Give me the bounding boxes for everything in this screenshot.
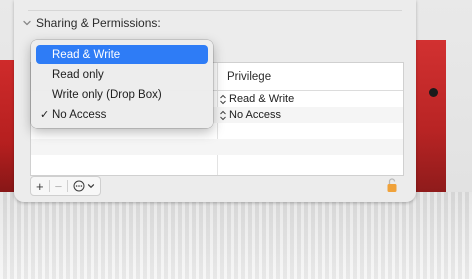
menu-item-label: No Access	[52, 108, 107, 121]
sharing-permissions-header[interactable]: Sharing & Permissions:	[22, 16, 161, 30]
menu-item-read-only[interactable]: Read only	[36, 65, 208, 84]
privilege-popup[interactable]: Read & Write	[219, 91, 294, 107]
menu-item-write-only[interactable]: Write only (Drop Box)	[36, 85, 208, 104]
table-row-empty	[31, 139, 403, 155]
checkmark-icon: ✓	[40, 109, 50, 121]
remove-button[interactable]: −	[50, 177, 68, 195]
section-title: Sharing & Permissions:	[36, 16, 161, 30]
panel-divider	[28, 10, 402, 11]
privilege-popup[interactable]: No Access	[219, 107, 281, 123]
add-button[interactable]: +	[31, 177, 49, 195]
chevron-down-icon[interactable]	[22, 18, 32, 28]
privilege-value: Read & Write	[229, 93, 295, 105]
up-down-arrows-icon	[220, 110, 226, 120]
privilege-dropdown-menu: Read & Write Read only Write only (Drop …	[31, 40, 213, 128]
privilege-column-header[interactable]: Privilege	[227, 63, 271, 90]
menu-item-label: Write only (Drop Box)	[52, 88, 162, 101]
menu-item-read-write[interactable]: Read & Write	[36, 45, 208, 64]
ellipsis-circle-icon	[73, 180, 85, 192]
menu-item-label: Read & Write	[52, 48, 121, 61]
chevron-down-icon	[88, 184, 95, 189]
privilege-value: No Access	[229, 109, 281, 121]
action-menu-button[interactable]	[68, 177, 100, 195]
menu-item-label: Read only	[52, 68, 104, 81]
menu-item-no-access[interactable]: ✓ No Access	[36, 105, 208, 124]
permissions-toolbar: + −	[30, 176, 102, 196]
lock-icon[interactable]	[386, 177, 398, 193]
background-porthole	[429, 88, 438, 97]
table-row-empty	[31, 155, 403, 171]
up-down-arrows-icon	[220, 94, 226, 104]
background-snow	[0, 192, 472, 279]
